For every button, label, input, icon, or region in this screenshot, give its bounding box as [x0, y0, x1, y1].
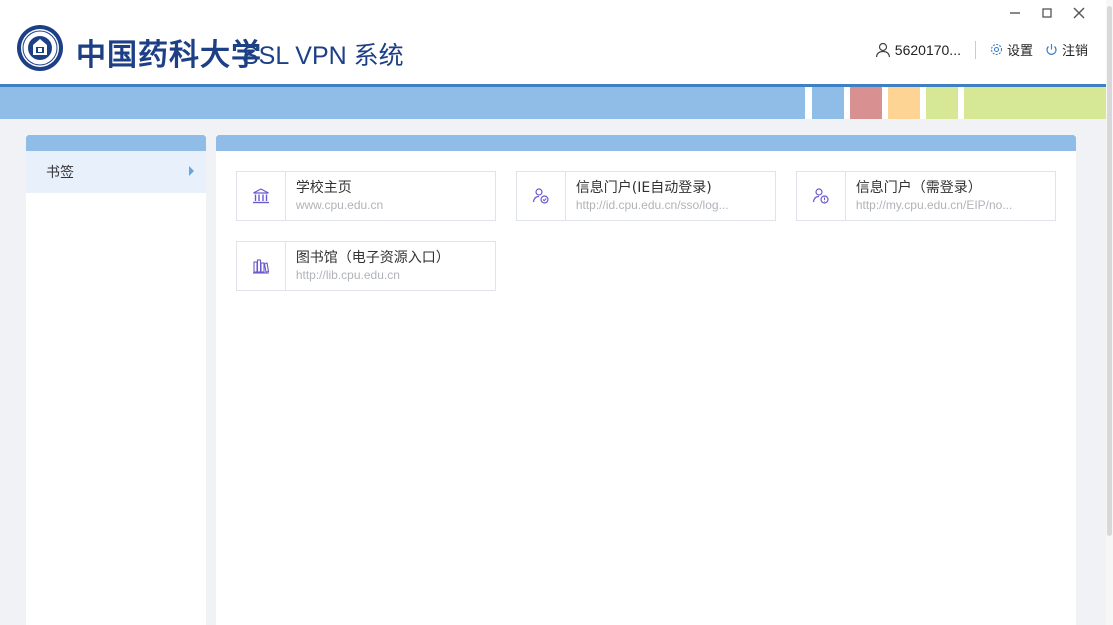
maximize-button[interactable] [1038, 4, 1056, 22]
bookmark-card[interactable]: 信息门户(IE自动登录) http://id.cpu.edu.cn/sso/lo… [516, 171, 776, 221]
user-shield-icon [532, 188, 549, 204]
bookmark-name: 学校主页 [295, 180, 352, 196]
user-name: 5620170... [894, 41, 961, 58]
sidebar-item-bookmarks[interactable]: 书签 [26, 151, 206, 193]
minimize-button[interactable] [1006, 4, 1024, 22]
bookmark-card[interactable]: 学校主页 www.cpu.edu.cn [236, 171, 496, 221]
maximize-icon [1042, 8, 1052, 18]
band-blue-block [812, 87, 844, 119]
scrollbar-thumb[interactable] [1107, 6, 1112, 536]
settings-button[interactable]: 设置 [990, 40, 1033, 59]
color-band [0, 87, 1106, 119]
bookmark-name: 图书馆（电子资源入口） [295, 250, 450, 266]
user-area: 5620170... 设置 注销 [875, 40, 1088, 59]
sidebar-header [26, 135, 206, 151]
university-name-logo: 中国药科大学 [76, 38, 262, 73]
band-orange-block [888, 87, 920, 119]
building-icon [252, 188, 269, 204]
bookmark-url: http://lib.cpu.edu.cn [295, 268, 400, 282]
bookmark-url: http://id.cpu.edu.cn/sso/log... [575, 198, 729, 212]
books-icon [252, 259, 270, 274]
minimize-icon [1010, 12, 1020, 14]
band-green-wide [964, 87, 1106, 119]
chevron-right-icon [189, 166, 194, 176]
band-green-block [926, 87, 958, 119]
power-icon [1046, 44, 1057, 55]
vertical-scrollbar[interactable] [1106, 0, 1113, 625]
bookmark-url: www.cpu.edu.cn [295, 198, 384, 212]
header: 中国药科大学 SSL VPN 系统 5620170... 设置 注销 [0, 0, 1106, 86]
band-red-block [850, 87, 882, 119]
panel-header [216, 135, 1076, 151]
settings-label: 设置 [1006, 43, 1033, 58]
gear-icon [990, 43, 1003, 56]
divider [974, 40, 976, 59]
logout-button[interactable]: 注销 [1045, 40, 1088, 59]
bookmark-url: http://my.cpu.edu.cn/EIP/no... [855, 198, 1013, 212]
sidebar-item-label: 书签 [46, 165, 74, 181]
sidebar: 书签 [26, 135, 206, 625]
window-controls [1006, 4, 1088, 22]
user-icon [875, 42, 890, 57]
bookmark-name: 信息门户(IE自动登录) [575, 180, 712, 196]
band-blue-wide [0, 87, 805, 119]
logout-label: 注销 [1061, 43, 1088, 58]
app-title: SSL VPN 系统 [242, 42, 404, 70]
close-icon [1073, 7, 1085, 19]
close-button[interactable] [1070, 4, 1088, 22]
user-menu[interactable]: 5620170... [875, 42, 961, 58]
bookmark-panel: 学校主页 www.cpu.edu.cn 信息门户(IE自动登录) http://… [216, 135, 1076, 625]
university-seal-logo [16, 24, 64, 72]
bookmark-card[interactable]: 信息门户（需登录） http://my.cpu.edu.cn/EIP/no... [796, 171, 1056, 221]
bookmark-name: 信息门户（需登录） [855, 180, 982, 196]
user-lock-icon [812, 188, 829, 204]
bookmark-card[interactable]: 图书馆（电子资源入口） http://lib.cpu.edu.cn [236, 241, 496, 291]
